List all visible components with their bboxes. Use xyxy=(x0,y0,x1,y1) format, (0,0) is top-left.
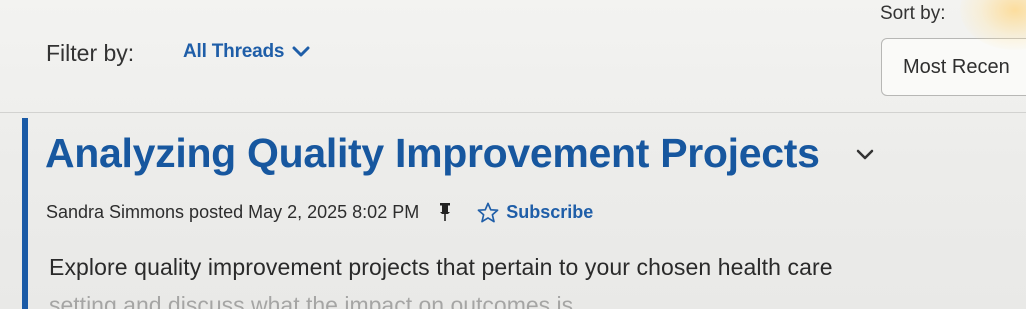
filter-label: Filter by: xyxy=(46,40,135,66)
thread-body-preview-continued: setting and discuss what the impact on o… xyxy=(49,292,574,309)
filter-sort-toolbar: Filter by: All Threads Sort by: Most Rec… xyxy=(0,0,1026,112)
star-outline-icon[interactable] xyxy=(477,202,499,223)
filter-dropdown-value[interactable]: All Threads xyxy=(183,41,284,63)
filter-dropdown[interactable]: All Threads xyxy=(183,41,310,63)
toolbar-divider xyxy=(0,112,1026,113)
thread-meta: Sandra Simmons posted May 2, 2025 8:02 P… xyxy=(46,201,420,222)
thread-body-preview: Explore quality improvement projects tha… xyxy=(49,254,833,280)
sort-select[interactable]: Most Recen xyxy=(881,38,1026,96)
thread-meta-row: Sandra Simmons posted May 2, 2025 8:02 P… xyxy=(46,200,593,224)
sort-label: Sort by: xyxy=(880,3,946,24)
chevron-down-icon[interactable] xyxy=(292,46,310,58)
thread-options-chevron-icon[interactable] xyxy=(855,148,875,166)
pin-icon xyxy=(439,202,451,222)
thread-title[interactable]: Analyzing Quality Improvement Projects xyxy=(45,130,820,177)
subscribe-link[interactable]: Subscribe xyxy=(506,202,593,223)
sort-select-value[interactable]: Most Recen xyxy=(903,56,1010,79)
discussion-page: Filter by: All Threads Sort by: Most Rec… xyxy=(0,0,1026,309)
thread-accent-bar xyxy=(22,118,28,309)
thread-card: Analyzing Quality Improvement Projects S… xyxy=(22,118,1026,309)
